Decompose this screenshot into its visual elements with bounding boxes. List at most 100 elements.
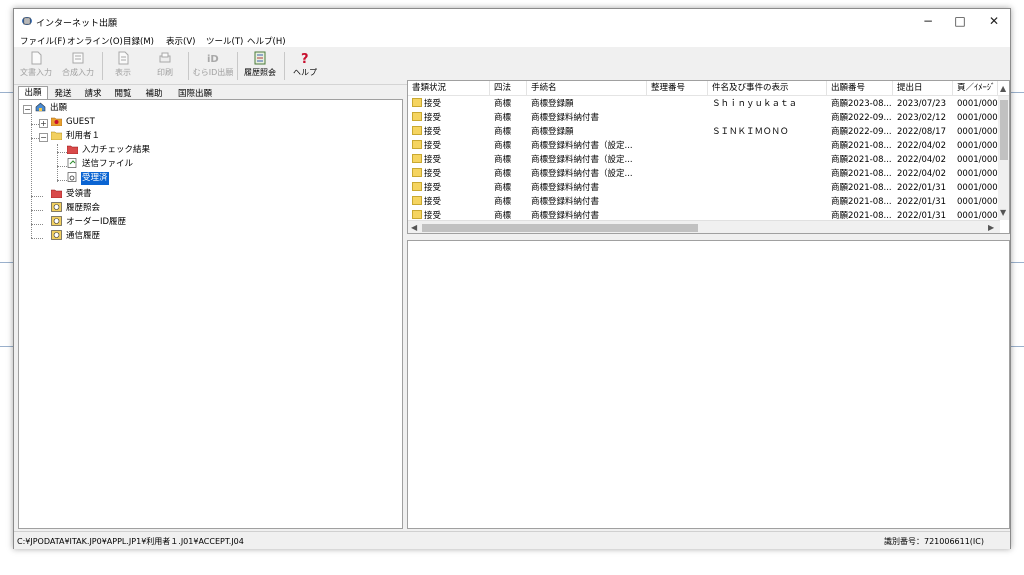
collapse-toggle[interactable]: − <box>23 105 32 114</box>
table-row[interactable]: 接受 商標 商標登録料納付書（設定... 商願2021-08... 2022/04/02… <box>408 167 1009 181</box>
menu-bar: ファイル(F) オンライン(O) 目録(M) 表示(V) ツール(T) ヘルプ(… <box>14 33 1010 47</box>
scroll-up-icon[interactable]: ▲ <box>1000 84 1006 94</box>
scroll-right-icon[interactable]: ▶ <box>988 223 994 233</box>
menu-file[interactable]: ファイル(F) <box>20 35 66 47</box>
view-button[interactable]: 表示 <box>108 49 138 83</box>
collapse-toggle[interactable]: − <box>39 133 48 142</box>
cell-text: 接受 <box>424 99 442 109</box>
maximize-button[interactable]: □ <box>944 9 976 33</box>
tree-node-guest[interactable]: GUEST <box>51 116 96 129</box>
cell-case-title <box>708 111 827 125</box>
doc-input-button[interactable]: 文書入力 <box>16 49 56 83</box>
doc-input-label: 文書入力 <box>20 68 52 77</box>
scroll-left-icon[interactable]: ◀ <box>411 223 417 233</box>
cell-text: 接受 <box>424 127 442 137</box>
column-header-procedure[interactable]: 手続名 <box>527 81 647 96</box>
title-bar: インターネット出願 − □ ✕ <box>14 9 1010 33</box>
menu-online[interactable]: オンライン(O) <box>67 35 123 47</box>
cell-text: 商標 <box>494 197 512 207</box>
table-row[interactable]: 接受 商標 商標登録料納付書（設定... 商願2021-08... 2022/04/02… <box>408 153 1009 167</box>
cell-text: 0001/0000 <box>957 141 998 151</box>
expand-toggle[interactable]: + <box>39 119 48 128</box>
tree-node-accepted[interactable]: 受理済 <box>67 172 109 185</box>
tab-filing[interactable]: 出願 <box>18 86 48 100</box>
tree-node-history[interactable]: 履歴照会 <box>51 202 101 215</box>
document-icon <box>412 196 422 205</box>
tree-node-user1[interactable]: 利用者１ <box>51 130 101 143</box>
tree-node-input-check[interactable]: 入力チェック結果 <box>67 144 151 157</box>
tree-label: 利用者１ <box>66 131 101 141</box>
cell-status: 接受 <box>408 181 490 195</box>
vertical-scroll-thumb[interactable] <box>1000 100 1008 160</box>
table-row[interactable]: 接受 商標 商標登録料納付書 商願2021-08... 2022/01/31 0001/0… <box>408 181 1009 195</box>
cell-procedure: 商標登録料納付書（設定... <box>527 167 647 181</box>
new-document-icon <box>31 51 42 65</box>
table-row[interactable]: 接受 商標 商標登録願 Ｓｈｉｎｙｕｋａｔａ 商願2023-08... 2023/07/2… <box>408 97 1009 111</box>
tree-node-sent-files[interactable]: 送信ファイル <box>67 158 134 171</box>
cell-text: 商願2021-08... <box>831 141 892 151</box>
cell-text: 2023/07/23 <box>897 99 946 109</box>
history-button[interactable]: 履歴照会 <box>240 49 280 83</box>
close-button[interactable]: ✕ <box>978 9 1010 33</box>
cell-app-number: 商願2021-08... <box>827 153 893 167</box>
minimize-button[interactable]: − <box>912 9 944 33</box>
compose-input-button[interactable]: 合成入力 <box>57 49 99 83</box>
scroll-down-icon[interactable]: ▼ <box>1000 208 1006 218</box>
document-icon <box>412 210 422 219</box>
tree-connector <box>57 152 67 153</box>
cell-procedure: 商標登録料納付書 <box>527 181 647 195</box>
cell-text: 2022/08/17 <box>897 127 946 137</box>
tree-node-receipt[interactable]: 受領書 <box>51 188 93 201</box>
column-header-submit-date[interactable]: 提出日 <box>893 81 953 96</box>
list-header: 書類状況 四法 手続名 整理番号 件名及び事件の表示 出願番号 提出日 頁／ｲﾒ… <box>408 81 1009 96</box>
horizontal-scrollbar[interactable]: ◀ ▶ <box>408 220 1000 233</box>
table-row[interactable]: 接受 商標 商標登録料納付書（設定... 商願2021-08... 2022/04/02… <box>408 139 1009 153</box>
table-row[interactable]: 接受 商標 商標登録料納付書 商願2022-09... 2023/02/12 0001/0… <box>408 111 1009 125</box>
menu-help[interactable]: ヘルプ(H) <box>247 35 286 47</box>
cell-text: 商願2021-08... <box>831 197 892 207</box>
column-header-status[interactable]: 書類状況 <box>408 81 490 96</box>
tree-label: 履歴照会 <box>66 203 101 213</box>
id-icon: iD <box>207 54 219 65</box>
house-icon <box>35 102 46 112</box>
tree-label-selected: 受理済 <box>81 172 109 185</box>
help-button[interactable]: ? ヘルプ <box>290 49 320 83</box>
svg-text:iD: iD <box>207 54 219 65</box>
tree-node-filing[interactable]: 出願 <box>35 102 68 115</box>
column-header-pages[interactable]: 頁／ｲﾒｰｼﾞ <box>953 81 998 96</box>
tree-connector <box>57 166 67 167</box>
idless-filing-button[interactable]: iD むらID出願 <box>192 49 234 83</box>
print-button[interactable]: 印刷 <box>150 49 180 83</box>
cell-ref-number <box>647 181 708 195</box>
horizontal-scroll-thumb[interactable] <box>422 224 698 232</box>
cell-law: 商標 <box>490 181 527 195</box>
folder-tree: − 出願 + GUEST − 利用者１ 入力チェック結果 送信ファイル 受理済 <box>18 99 403 529</box>
menu-tools[interactable]: ツール(T) <box>206 35 243 47</box>
column-header-ref-number[interactable]: 整理番号 <box>647 81 708 96</box>
menu-catalog[interactable]: 目録(M) <box>123 35 154 47</box>
tree-node-order-history[interactable]: オーダーID履歴 <box>51 216 127 229</box>
desktop-line <box>0 346 14 347</box>
cell-text: 2023/02/12 <box>897 113 946 123</box>
document-icon <box>412 154 422 163</box>
cell-case-title: Ｓｈｉｎｙｕｋａｔａ <box>708 97 827 111</box>
column-header-app-number[interactable]: 出願番号 <box>827 81 893 96</box>
cell-app-number: 商願2021-08... <box>827 181 893 195</box>
column-header-case-title[interactable]: 件名及び事件の表示 <box>708 81 827 96</box>
cell-submit-date: 2022/04/02 <box>893 153 953 167</box>
category-tabs: 出願 発送 請求 閲覧 補助 国際出願 <box>18 86 403 100</box>
cell-text: 0001/0001 <box>957 127 998 137</box>
table-row[interactable]: 接受 商標 商標登録願 ＳＩＮＫＩＭＯＮＯ 商願2022-09... 2022/08/17… <box>408 125 1009 139</box>
cell-text: 商標登録料納付書 <box>531 113 600 123</box>
cell-procedure: 商標登録料納付書 <box>527 195 647 209</box>
cell-text: 商願2023-08... <box>831 99 892 109</box>
left-pane: 出願 発送 請求 閲覧 補助 国際出願 − 出願 + GUEST − 利用者１ … <box>18 86 403 529</box>
cell-text: 2022/01/31 <box>897 197 946 207</box>
column-header-law[interactable]: 四法 <box>490 81 527 96</box>
menu-view[interactable]: 表示(V) <box>166 35 195 47</box>
tree-node-comm-history[interactable]: 通信履歴 <box>51 230 101 243</box>
red-folder-icon <box>67 145 78 154</box>
vertical-scrollbar[interactable]: ▲ ▼ <box>998 84 1009 220</box>
table-row[interactable]: 接受 商標 商標登録料納付書 商願2021-08... 2022/01/31 0001/0… <box>408 195 1009 209</box>
cell-ref-number <box>647 153 708 167</box>
